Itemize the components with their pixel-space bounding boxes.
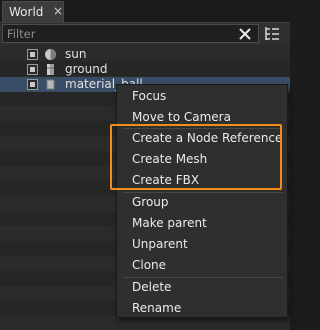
visibility-checkbox[interactable] — [27, 79, 38, 90]
tree-options-icon[interactable] — [264, 26, 280, 41]
sun-icon — [45, 49, 56, 60]
node-icon — [46, 79, 55, 90]
tab-bar: World × — [0, 0, 290, 22]
tree-row-ground[interactable]: ground — [0, 62, 290, 77]
menu-item-group[interactable]: Group — [132, 194, 169, 210]
menu-separator — [123, 192, 283, 193]
menu-separator — [123, 277, 283, 278]
visibility-checkbox[interactable] — [27, 49, 38, 60]
tab-world[interactable]: World × — [2, 1, 64, 22]
menu-item-rename[interactable]: Rename — [132, 300, 181, 316]
menu-item-create-node-reference[interactable]: Create a Node Reference — [132, 130, 282, 146]
menu-item-create-fbx[interactable]: Create FBX — [132, 172, 199, 188]
tab-close-icon[interactable]: × — [53, 4, 63, 18]
tab-label: World — [9, 5, 44, 19]
clear-filter-icon[interactable] — [238, 27, 252, 41]
menu-item-make-parent[interactable]: Make parent — [132, 215, 207, 231]
menu-item-delete[interactable]: Delete — [132, 279, 171, 295]
menu-item-unparent[interactable]: Unparent — [132, 236, 188, 252]
filter-field[interactable] — [2, 24, 259, 43]
menu-item-focus[interactable]: Focus — [132, 88, 166, 104]
filter-input[interactable] — [7, 26, 227, 41]
mesh-icon — [47, 64, 54, 75]
world-toolbar — [0, 23, 290, 45]
menu-separator — [123, 128, 283, 129]
tree-row-sun[interactable]: sun — [0, 47, 290, 62]
tree-item-label: ground — [65, 62, 108, 76]
context-menu: Focus Move to Camera Create a Node Refer… — [116, 84, 288, 318]
tree-item-label: sun — [65, 47, 87, 61]
menu-item-clone[interactable]: Clone — [132, 257, 166, 273]
visibility-checkbox[interactable] — [27, 64, 38, 75]
menu-item-move-to-camera[interactable]: Move to Camera — [132, 109, 231, 125]
menu-item-create-mesh[interactable]: Create Mesh — [132, 151, 207, 167]
